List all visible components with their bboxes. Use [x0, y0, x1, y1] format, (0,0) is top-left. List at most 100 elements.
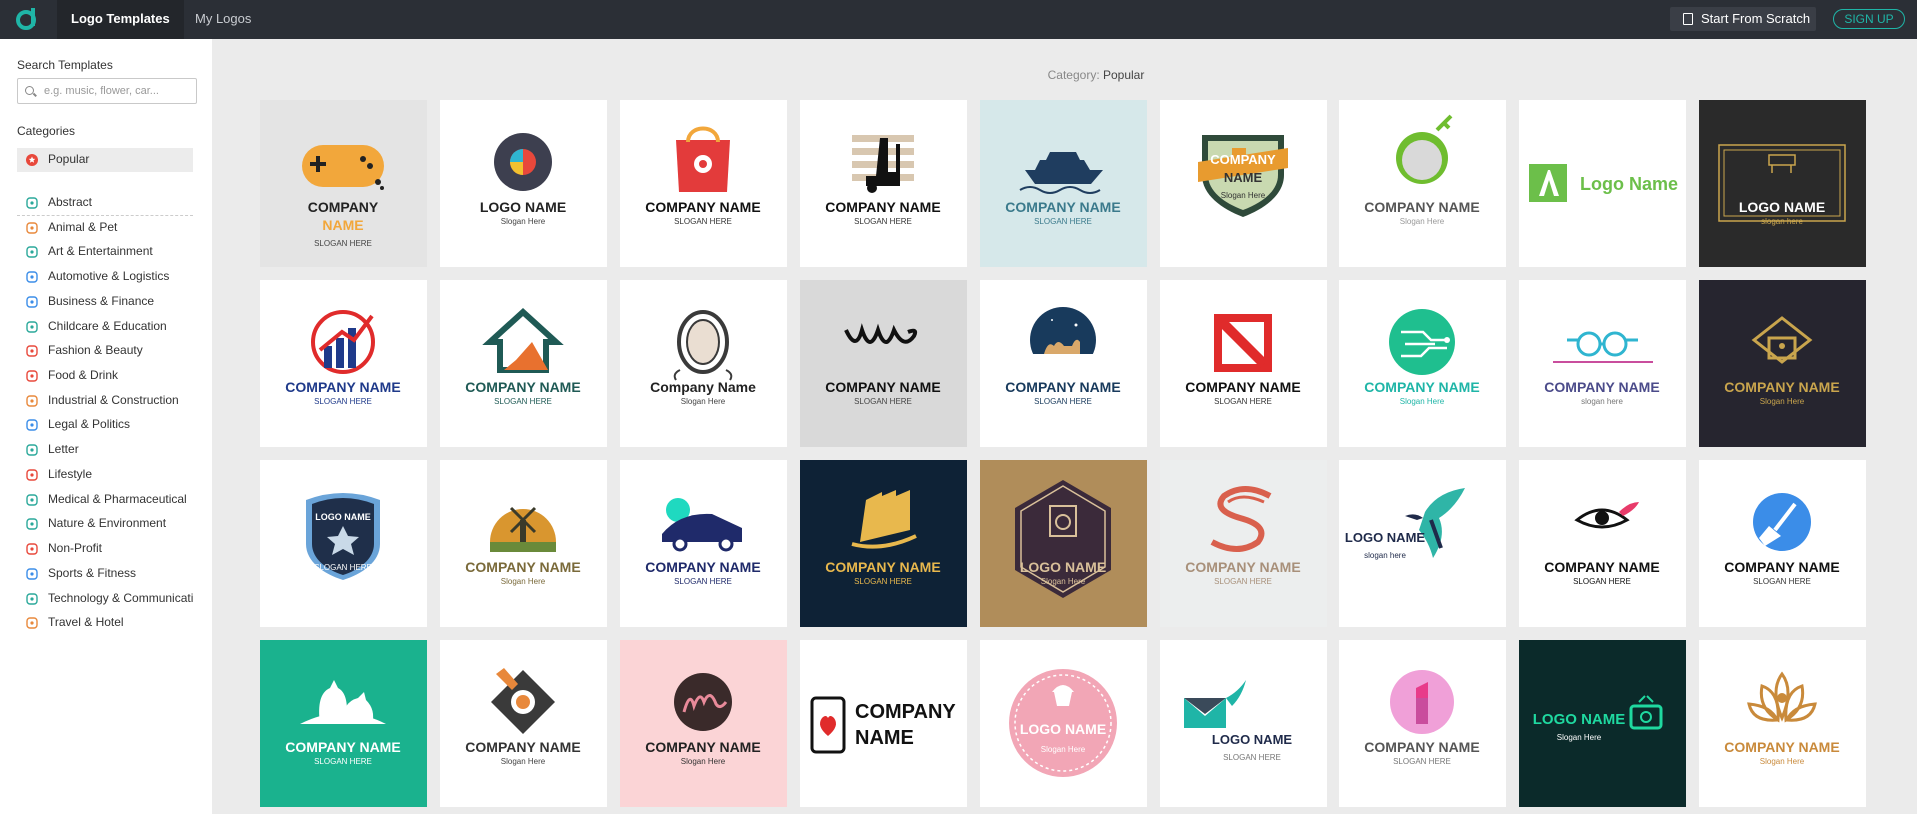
logo-template-tile[interactable]: COMPANY NAME SLOGAN HERE	[1699, 460, 1866, 627]
category-label: Travel & Hotel	[48, 615, 124, 630]
logo-template-tile[interactable]: Company Name Slogan Here	[620, 280, 787, 447]
logo-company-name: LOGO NAME	[315, 512, 371, 522]
brand-logo-icon[interactable]	[15, 6, 39, 32]
category-label: Letter	[48, 442, 79, 457]
logo-template-tile[interactable]: COMPANY NAME SLOGAN HERE	[260, 100, 427, 267]
stethoscope-icon	[26, 493, 38, 506]
category-label: Automotive & Logistics	[48, 269, 170, 284]
logo-company-name: COMPANY NAME	[1544, 559, 1659, 575]
logo-slogan: SLOGAN HERE	[854, 577, 912, 586]
logo-slogan: SLOGAN HERE	[1223, 753, 1281, 762]
logo-template-tile[interactable]: COMPANY NAME Slogan Here	[1699, 640, 1866, 807]
category-label: Technology & Communication	[48, 590, 193, 605]
category-label: Childcare & Education	[48, 318, 167, 333]
logo-template-tile[interactable]: COMPANY NAME	[800, 640, 967, 807]
sidebar-category-technology-communication[interactable]: Technology & Communication	[17, 587, 193, 610]
logo-slogan: slogan here	[1364, 551, 1406, 560]
sidebar-category-childcare-education[interactable]: Childcare & Education	[17, 315, 193, 338]
logo-template-tile[interactable]: COMPANY NAME SLOGAN HERE	[1160, 280, 1327, 447]
sidebar-category-industrial-construction[interactable]: Industrial & Construction	[17, 389, 193, 412]
sidebar-category-non-profit[interactable]: Non-Profit	[17, 537, 193, 560]
sidebar-category-business-finance[interactable]: Business & Finance	[17, 290, 193, 313]
logo-eyelash-icon: COMPANY NAME SLOGAN HERE	[1544, 502, 1660, 586]
sidebar-category-travel-hotel[interactable]: Travel & Hotel	[17, 611, 193, 634]
sidebar-category-abstract[interactable]: Abstract	[17, 191, 193, 214]
logo-template-tile[interactable]: COMPANY NAME SLOGAN HERE	[1339, 640, 1506, 807]
sidebar-category-letter[interactable]: Letter	[17, 438, 193, 461]
search-input[interactable]	[44, 82, 192, 100]
logo-company-name: LOGO NAME	[1020, 559, 1106, 575]
food-icon	[26, 370, 38, 382]
category-label: Non-Profit	[48, 541, 103, 556]
logo-phone-heart-icon: COMPANY NAME	[810, 696, 956, 754]
logo-template-tile[interactable]: COMPANY NAME Slogan Here	[1160, 100, 1327, 267]
car-icon	[26, 271, 38, 283]
logo-template-tile[interactable]: COMPANY NAME SLOGAN HERE	[620, 460, 787, 627]
logo-m-circle-icon: COMPANY NAME Slogan Here	[645, 673, 761, 766]
logo-template-tile[interactable]: LOGO NAME Slogan Here	[980, 640, 1147, 807]
logo-template-tile[interactable]: COMPANY NAME SLOGAN HERE	[980, 100, 1147, 267]
sidebar-category-medical-pharmaceutical[interactable]: Medical & Pharmaceutical	[17, 488, 193, 511]
logo-template-tile[interactable]: COMPANY NAME Slogan Here	[440, 640, 607, 807]
luggage-icon	[26, 617, 38, 629]
logo-template-tile[interactable]: COMPANY NAME SLOGAN HERE	[980, 280, 1147, 447]
sidebar-category-animal-pet[interactable]: Animal & Pet	[17, 216, 193, 239]
tab-logo-templates[interactable]: Logo Templates	[57, 0, 184, 39]
logo-template-tile[interactable]: COMPANY NAME SLOGAN HERE	[1160, 460, 1327, 627]
logo-company-name-line2: NAME	[322, 217, 363, 233]
logo-template-tile[interactable]: COMPANY NAME SLOGAN HERE	[800, 280, 967, 447]
logo-template-tile[interactable]: COMPANY NAME Slogan Here	[620, 640, 787, 807]
logo-template-tile[interactable]: LOGO NAME SLOGAN HERE	[1160, 640, 1327, 807]
logo-template-tile[interactable]: COMPANY NAME SLOGAN HERE	[260, 640, 427, 807]
sidebar-category-sports-fitness[interactable]: Sports & Fitness	[17, 562, 193, 585]
logo-template-tile[interactable]: COMPANY NAME Slogan Here	[440, 460, 607, 627]
logo-company-name: COMPANY NAME	[285, 379, 400, 395]
logo-slogan: SLOGAN HERE	[854, 397, 912, 406]
logo-template-tile[interactable]: COMPANY NAME slogan here	[1519, 280, 1686, 447]
logo-template-tile[interactable]: LOGO NAME Slogan Here	[980, 460, 1147, 627]
sidebar-category-lifestyle[interactable]: Lifestyle	[17, 463, 193, 486]
logo-template-tile[interactable]: LOGO NAME Slogan Here	[440, 100, 607, 267]
logo-template-tile[interactable]: LOGO NAME slogan here	[1699, 100, 1866, 267]
logo-slogan: SLOGAN HERE	[314, 757, 372, 766]
logo-company-name: LOGO NAME	[480, 199, 566, 215]
logo-slogan: SLOGAN HERE	[1214, 577, 1272, 586]
logo-house-icon: COMPANY NAME SLOGAN HERE	[465, 307, 581, 406]
start-from-scratch-button[interactable]: Start From Scratch	[1670, 7, 1816, 31]
sidebar-category-automotive-logistics[interactable]: Automotive & Logistics	[17, 265, 193, 288]
sidebar-category-art-entertainment[interactable]: Art & Entertainment	[17, 240, 193, 263]
logo-template-tile[interactable]: COMPANY NAME Slogan Here	[1699, 280, 1866, 447]
logo-template-tile[interactable]: LOGO NAME SLOGAN HERE	[260, 460, 427, 627]
logo-template-tile[interactable]: COMPANY NAME SLOGAN HERE	[800, 100, 967, 267]
helmet-icon	[26, 395, 38, 407]
sidebar-category-popular[interactable]: Popular	[17, 148, 193, 172]
logo-slogan: Slogan Here	[681, 757, 726, 766]
logo-gamepad-icon: COMPANY NAME SLOGAN HERE	[302, 145, 384, 248]
sidebar-category-food-drink[interactable]: Food & Drink	[17, 364, 193, 387]
logo-slogan: slogan here	[1581, 397, 1623, 406]
category-label: Lifestyle	[48, 466, 93, 481]
sidebar-category-nature-environment[interactable]: Nature & Environment	[17, 512, 193, 535]
logo-template-tile[interactable]: COMPANY NAME Slogan Here	[1339, 280, 1506, 447]
sidebar-category-legal-politics[interactable]: Legal & Politics	[17, 413, 193, 436]
logo-template-tile[interactable]: COMPANY NAME SLOGAN HERE	[1519, 460, 1686, 627]
sidebar-category-fashion-beauty[interactable]: Fashion & Beauty	[17, 339, 193, 362]
sign-up-button[interactable]: SIGN UP	[1833, 9, 1905, 29]
logo-cupcake-badge-icon: LOGO NAME Slogan Here	[1009, 669, 1117, 777]
logo-company-name: COMPANY NAME	[825, 379, 940, 395]
logo-template-tile[interactable]: COMPANY NAME SLOGAN HERE	[620, 100, 787, 267]
logo-slogan: SLOGAN HERE	[314, 563, 372, 572]
logo-template-tile[interactable]: COMPANY NAME SLOGAN HERE	[260, 280, 427, 447]
logo-template-tile[interactable]: COMPANY NAME SLOGAN HERE	[440, 280, 607, 447]
logo-template-tile[interactable]: COMPANY NAME SLOGAN HERE	[800, 460, 967, 627]
tab-my-logos[interactable]: My Logos	[181, 0, 265, 39]
logo-template-tile[interactable]: LOGO NAME slogan here	[1339, 460, 1506, 627]
logo-letter-s-icon: COMPANY NAME SLOGAN HERE	[1185, 486, 1301, 586]
logo-template-tile[interactable]: COMPANY NAME Slogan Here	[1339, 100, 1506, 267]
ball-icon	[26, 568, 38, 580]
logo-slogan: Slogan Here	[1221, 191, 1266, 200]
sidebar: Search Templates Categories Popular Abstr…	[0, 39, 212, 814]
logo-diamond-key-icon: COMPANY NAME Slogan Here	[465, 668, 581, 766]
logo-template-tile[interactable]: Logo Name	[1519, 100, 1686, 267]
logo-template-tile[interactable]: LOGO NAME Slogan Here	[1519, 640, 1686, 807]
